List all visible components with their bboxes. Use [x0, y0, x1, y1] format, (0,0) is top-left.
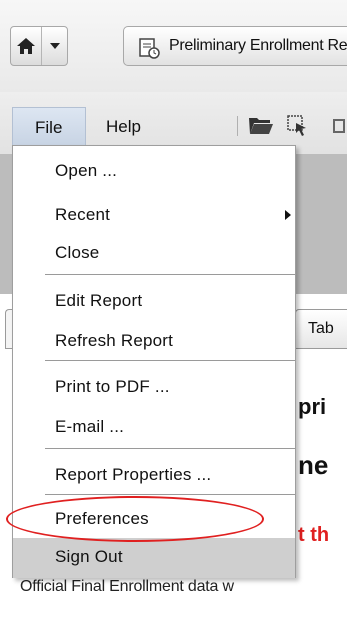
home-icon[interactable] [11, 27, 42, 65]
report-notice-partial: t th [298, 524, 330, 546]
menu-item-sign-out[interactable]: Sign Out [13, 538, 295, 578]
menu-separator [45, 274, 295, 275]
chevron-down-icon[interactable] [43, 27, 67, 65]
report-icon [139, 38, 160, 59]
report-heading-partial: pri [298, 394, 327, 419]
menu-item-edit-report[interactable]: Edit Report [13, 282, 295, 320]
report-tab[interactable]: Preliminary Enrollment Report [123, 26, 347, 66]
menu-item-report-properties[interactable]: Report Properties ... [13, 456, 295, 494]
menu-item-refresh-report[interactable]: Refresh Report [13, 322, 295, 360]
menu-help[interactable]: Help [106, 117, 141, 137]
report-title-partial: ne [298, 450, 329, 480]
toolbar-divider [237, 116, 238, 136]
menu-item-print-pdf[interactable]: Print to PDF ... [13, 368, 295, 406]
report-footnote: Official Final Enrollment data w [20, 578, 234, 595]
menu-file-label: File [35, 118, 63, 137]
menu-separator [45, 494, 295, 495]
annotation-highlight-ellipse [6, 496, 264, 542]
menu-separator [45, 360, 295, 361]
menu-item-close[interactable]: Close [13, 234, 295, 272]
toolbar-overflow-icon[interactable] [330, 116, 347, 136]
menu-item-open[interactable]: Open ... [13, 152, 295, 190]
menu-item-email[interactable]: E-mail ... [13, 408, 295, 446]
select-tool-icon[interactable] [286, 114, 310, 143]
open-folder-icon[interactable] [248, 114, 274, 141]
submenu-arrow-icon [285, 210, 291, 220]
report-tab-label: Preliminary Enrollment Report [169, 37, 347, 54]
menu-separator [45, 448, 295, 449]
home-button[interactable] [10, 26, 68, 66]
tab-table[interactable]: Tab [295, 309, 347, 349]
menu-file[interactable]: File [12, 107, 86, 145]
menu-item-recent[interactable]: Recent [13, 196, 295, 234]
tab-table-label: Tab [308, 320, 334, 337]
